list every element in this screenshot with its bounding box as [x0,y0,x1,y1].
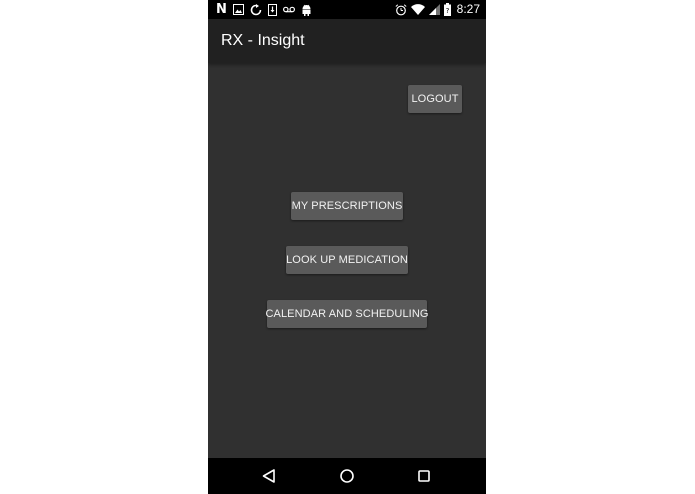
calendar-and-scheduling-button[interactable]: CALENDAR AND SCHEDULING [265,300,428,328]
sync-icon [250,3,262,16]
recents-icon[interactable] [414,466,434,486]
logout-button[interactable]: LOGOUT [408,85,462,113]
status-time: 8:27 [456,2,480,16]
android-icon [301,4,312,16]
phone-screen: N ? 8:27 RX - Insight LOGOUT MY PRESCRIP… [208,0,486,494]
system-status-icons: ? 8:27 [395,2,480,17]
battery-icon: ? [443,3,451,16]
alarm-icon [395,3,407,16]
app-bar: RX - Insight [208,19,486,63]
app-title: RX - Insight [221,32,305,49]
back-icon[interactable] [259,466,279,486]
my-prescriptions-button[interactable]: MY PRESCRIPTIONS [291,192,403,220]
wifi-icon [410,4,425,15]
status-bar: N ? 8:27 [208,0,486,19]
voicemail-icon [282,6,295,14]
image-icon [232,4,244,15]
navigation-bar [208,458,486,494]
download-icon [267,3,277,16]
main-content: LOGOUT MY PRESCRIPTIONS LOOK UP MEDICATI… [208,63,486,458]
signal-icon [428,4,440,15]
home-icon[interactable] [337,466,357,486]
netflix-n-icon: N [216,2,227,17]
look-up-medication-button[interactable]: LOOK UP MEDICATION [286,246,408,274]
svg-text:?: ? [445,7,449,15]
notification-icons: N [216,2,312,17]
